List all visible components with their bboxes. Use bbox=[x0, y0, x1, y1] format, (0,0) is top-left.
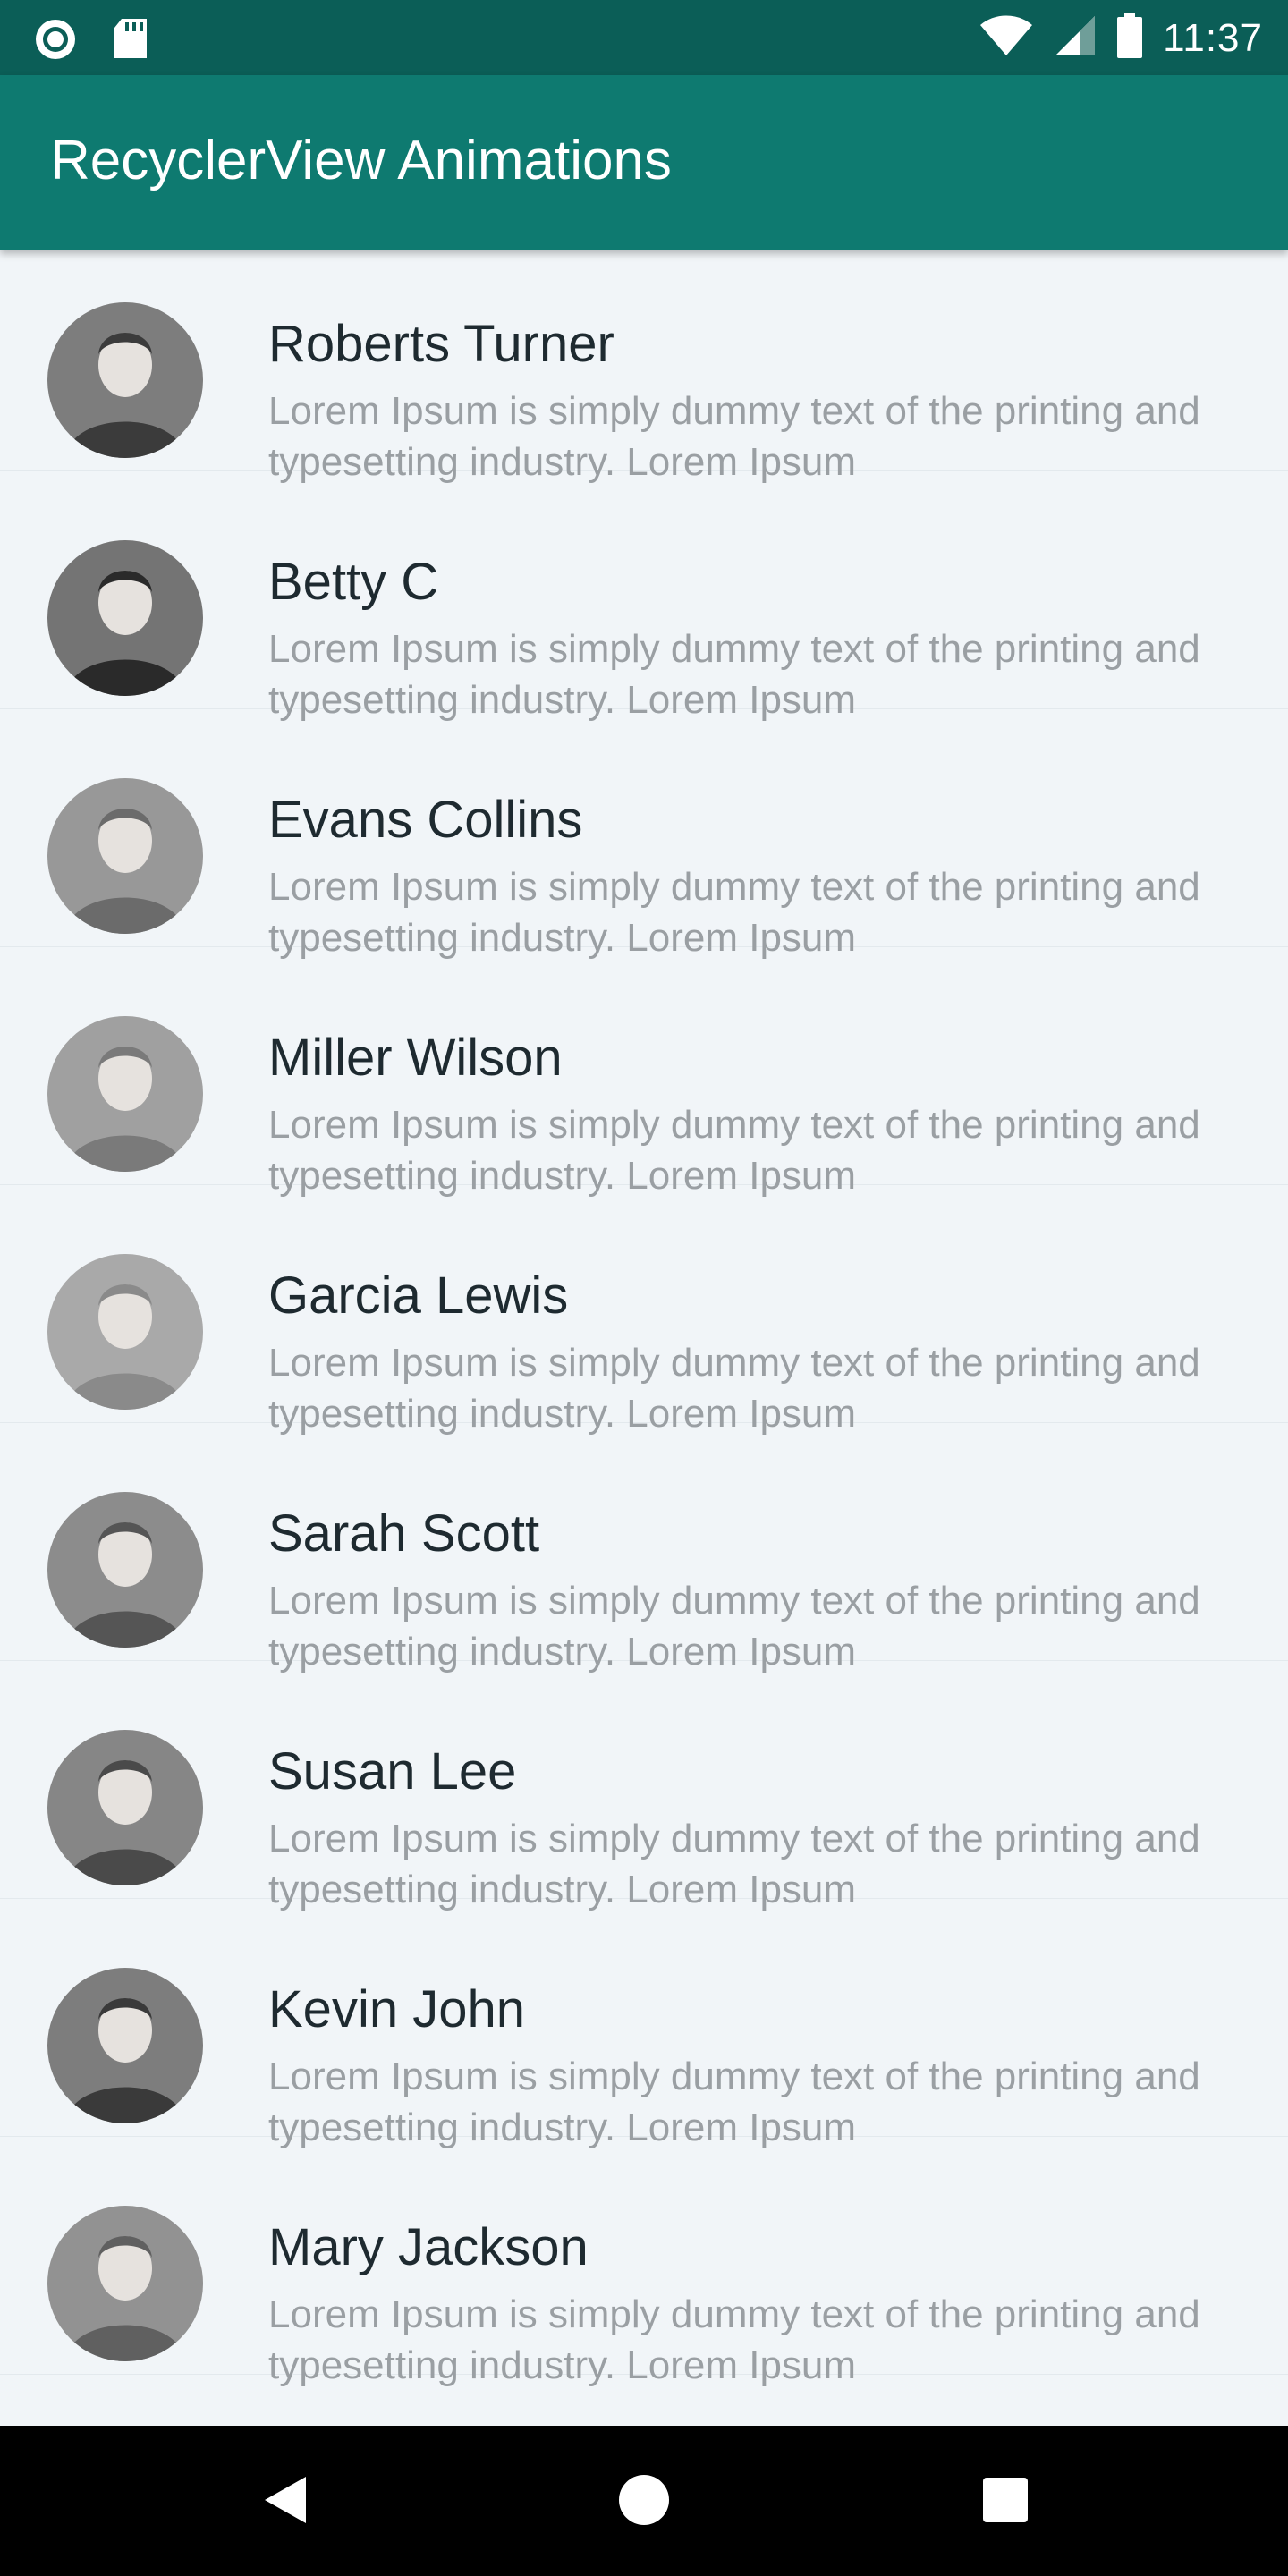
list-item[interactable]: Susan Lee Lorem Ipsum is simply dummy tex… bbox=[0, 1661, 1288, 1911]
avatar bbox=[47, 1254, 203, 1410]
wifi-icon bbox=[979, 14, 1034, 62]
list-item[interactable]: Garcia Lewis Lorem Ipsum is simply dummy … bbox=[0, 1185, 1288, 1436]
home-icon bbox=[617, 2473, 671, 2531]
navigation-bar bbox=[0, 2426, 1288, 2576]
home-button[interactable] bbox=[613, 2470, 675, 2533]
avatar bbox=[47, 1016, 203, 1172]
sd-card-icon bbox=[111, 17, 150, 66]
status-right-icons: 11:37 bbox=[979, 13, 1263, 64]
recycler-list[interactable]: Lorem Ipsum is simply dummy text of the … bbox=[0, 250, 1288, 2426]
item-name: Roberts Turner bbox=[268, 315, 614, 373]
recents-button[interactable] bbox=[974, 2470, 1037, 2533]
avatar bbox=[47, 540, 203, 696]
status-time: 11:37 bbox=[1163, 15, 1263, 60]
recents-icon bbox=[981, 2476, 1030, 2529]
status-left-icons bbox=[32, 16, 150, 67]
avatar bbox=[47, 1730, 203, 1885]
avatar bbox=[47, 2206, 203, 2361]
item-name: Susan Lee bbox=[268, 1742, 517, 1801]
list-item[interactable]: Mary Jackson Lorem Ipsum is simply dummy … bbox=[0, 2137, 1288, 2387]
list-item[interactable]: Evans Collins Lorem Ipsum is simply dummy… bbox=[0, 709, 1288, 960]
list-content: Lorem Ipsum is simply dummy text of the … bbox=[0, 250, 1288, 2387]
item-name: Betty C bbox=[268, 553, 439, 611]
avatar bbox=[47, 1968, 203, 2123]
list-item[interactable]: Miller Wilson Lorem Ipsum is simply dummy… bbox=[0, 947, 1288, 1198]
item-name: Miller Wilson bbox=[268, 1029, 563, 1087]
list-item[interactable]: Sarah Scott Lorem Ipsum is simply dummy t… bbox=[0, 1423, 1288, 1674]
item-name: Garcia Lewis bbox=[268, 1267, 569, 1325]
app-title: RecyclerView Animations bbox=[50, 130, 672, 191]
back-button[interactable] bbox=[253, 2470, 316, 2533]
app-notification-icon bbox=[32, 16, 79, 67]
list-item[interactable]: Roberts Turner Lorem Ipsum is simply dumm… bbox=[0, 250, 1288, 484]
app-bar: RecyclerView Animations bbox=[0, 75, 1288, 250]
item-description: Lorem Ipsum is simply dummy text of the … bbox=[268, 2292, 1200, 2387]
battery-icon bbox=[1116, 13, 1143, 64]
item-name: Evans Collins bbox=[268, 791, 583, 849]
item-name: Mary Jackson bbox=[268, 2218, 589, 2276]
signal-icon bbox=[1054, 14, 1097, 62]
avatar bbox=[47, 778, 203, 934]
list-item[interactable]: Kevin John Lorem Ipsum is simply dummy te… bbox=[0, 1899, 1288, 2149]
back-icon bbox=[259, 2473, 309, 2531]
avatar bbox=[47, 302, 203, 458]
list-item[interactable]: Betty C Lorem Ipsum is simply dummy text … bbox=[0, 471, 1288, 722]
status-bar: 11:37 bbox=[0, 0, 1288, 75]
item-name: Sarah Scott bbox=[268, 1504, 540, 1563]
avatar bbox=[47, 1492, 203, 1648]
item-name: Kevin John bbox=[268, 1980, 525, 2038]
